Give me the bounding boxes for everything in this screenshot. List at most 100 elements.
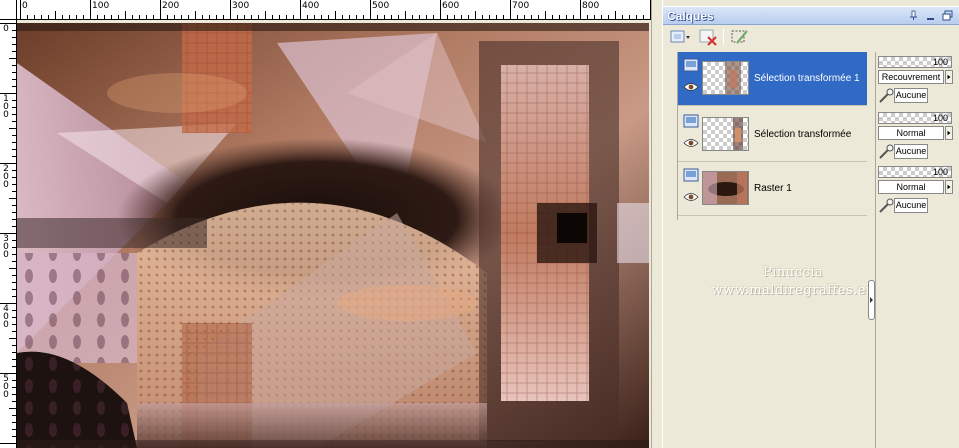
opacity-slider[interactable]: 100 [878,112,952,124]
mask-selection-icon[interactable] [729,27,751,47]
visibility-eye-icon[interactable] [683,192,699,202]
mask-select[interactable]: Aucune [894,198,928,213]
visibility-eye-icon[interactable] [683,82,699,92]
ruler-tick [482,15,483,19]
layer-type-icon[interactable] [683,113,699,129]
ruler-tick [12,436,16,437]
layer-properties-column: 100 Recouvrement Aucune 100 Normal Aucun… [875,52,959,448]
layer-name[interactable]: Sélection transformée [754,129,851,140]
pin-icon[interactable] [908,10,919,21]
ruler-label: 400 [302,1,320,11]
ruler-tick [356,15,357,19]
toolbar-separator [723,29,724,45]
layer-row[interactable]: Raster 1 [678,162,867,216]
blend-mode-select[interactable]: Normal [878,180,944,194]
blend-mode-arrow-icon[interactable] [945,180,953,194]
layer-properties: 100 Normal Aucune [878,108,959,162]
ruler-tick [559,15,560,19]
ruler-tick [12,261,16,262]
ruler-tick [12,359,16,360]
palette-titlebar[interactable]: Calques [663,6,959,25]
ruler-tick [12,345,16,346]
ruler-tick [517,15,518,19]
ruler-tick [139,15,140,19]
ruler-tick [167,15,168,19]
layer-name[interactable]: Raster 1 [754,183,792,194]
opacity-slider[interactable]: 100 [878,56,952,68]
ruler-tick [12,296,16,297]
ruler-tick [12,324,16,325]
mask-link-icon[interactable] [878,198,894,214]
ruler-tick [636,15,637,19]
ruler-tick [146,15,147,19]
ruler-label: 100 [3,94,9,120]
artwork-image[interactable] [17,23,649,448]
horizontal-ruler[interactable]: 0 100 200 300 400 500 600 700 800 [0,0,651,20]
ruler-tick [12,275,16,276]
ruler-tick [12,86,16,87]
ruler-tick [12,401,16,402]
ruler-tick [265,11,266,19]
mask-select[interactable]: Aucune [894,88,928,103]
ruler-tick [643,15,644,19]
ruler-tick [41,15,42,19]
ruler-tick [12,429,16,430]
ruler-tick [12,226,16,227]
ruler-tick [251,15,252,19]
blend-mode-arrow-icon[interactable] [945,70,953,84]
ruler-tick [454,15,455,19]
ruler-tick [62,15,63,19]
ruler-tick [209,15,210,19]
mask-link-icon[interactable] [878,88,894,104]
ruler-tick [335,11,336,19]
visibility-eye-icon[interactable] [683,138,699,148]
layer-name[interactable]: Sélection transformée 1 [754,73,860,84]
ruler-tick [223,15,224,19]
mask-link-icon[interactable] [878,144,894,160]
ruler-tick [461,15,462,19]
canvas-window-border [651,0,659,448]
ruler-tick [12,107,16,108]
layer-row[interactable]: Sélection transformée 1 [678,52,867,106]
ruler-tick [12,254,16,255]
layer-row[interactable]: Sélection transformée [678,108,867,162]
splitter-handle[interactable] [868,280,875,320]
ruler-tick [12,422,16,423]
ruler-tick [12,205,16,206]
blend-mode-arrow-icon[interactable] [945,126,953,140]
ruler-tick [202,15,203,19]
ruler-tick [538,15,539,19]
ruler-label: 200 [162,1,180,11]
ruler-tick [321,15,322,19]
layer-type-icon[interactable] [683,167,699,183]
ruler-tick [489,15,490,19]
app-window: 0 100 200 300 400 500 600 700 800 0 100 200 300 400 5… [0,0,959,448]
ruler-tick [12,282,16,283]
blend-mode-select[interactable]: Recouvrement [878,70,944,84]
minimize-icon[interactable] [925,10,936,21]
ruler-tick [12,366,16,367]
canvas-area[interactable] [17,20,651,448]
ruler-tick [12,352,16,353]
layer-type-icon[interactable] [683,57,699,73]
mask-select[interactable]: Aucune [894,144,928,159]
ruler-tick [328,15,329,19]
ruler-tick [258,15,259,19]
image-canvas[interactable] [17,23,649,448]
ruler-tick [195,11,196,19]
ruler-tick [12,317,16,318]
palette-splitter[interactable] [866,52,874,448]
ruler-tick [300,0,301,19]
ruler-tick [12,142,16,143]
opacity-slider[interactable]: 100 [878,166,952,178]
restore-icon[interactable] [942,10,953,21]
ruler-tick [12,310,16,311]
blend-mode-select[interactable]: Normal [878,126,944,140]
ruler-tick [447,15,448,19]
delete-layer-icon[interactable] [697,27,719,47]
ruler-label: 300 [3,234,9,260]
ruler-tick [433,15,434,19]
ruler-tick [503,15,504,19]
new-layer-icon[interactable] [669,27,691,47]
vertical-ruler[interactable]: 0 100 200 300 400 500 [0,20,17,448]
